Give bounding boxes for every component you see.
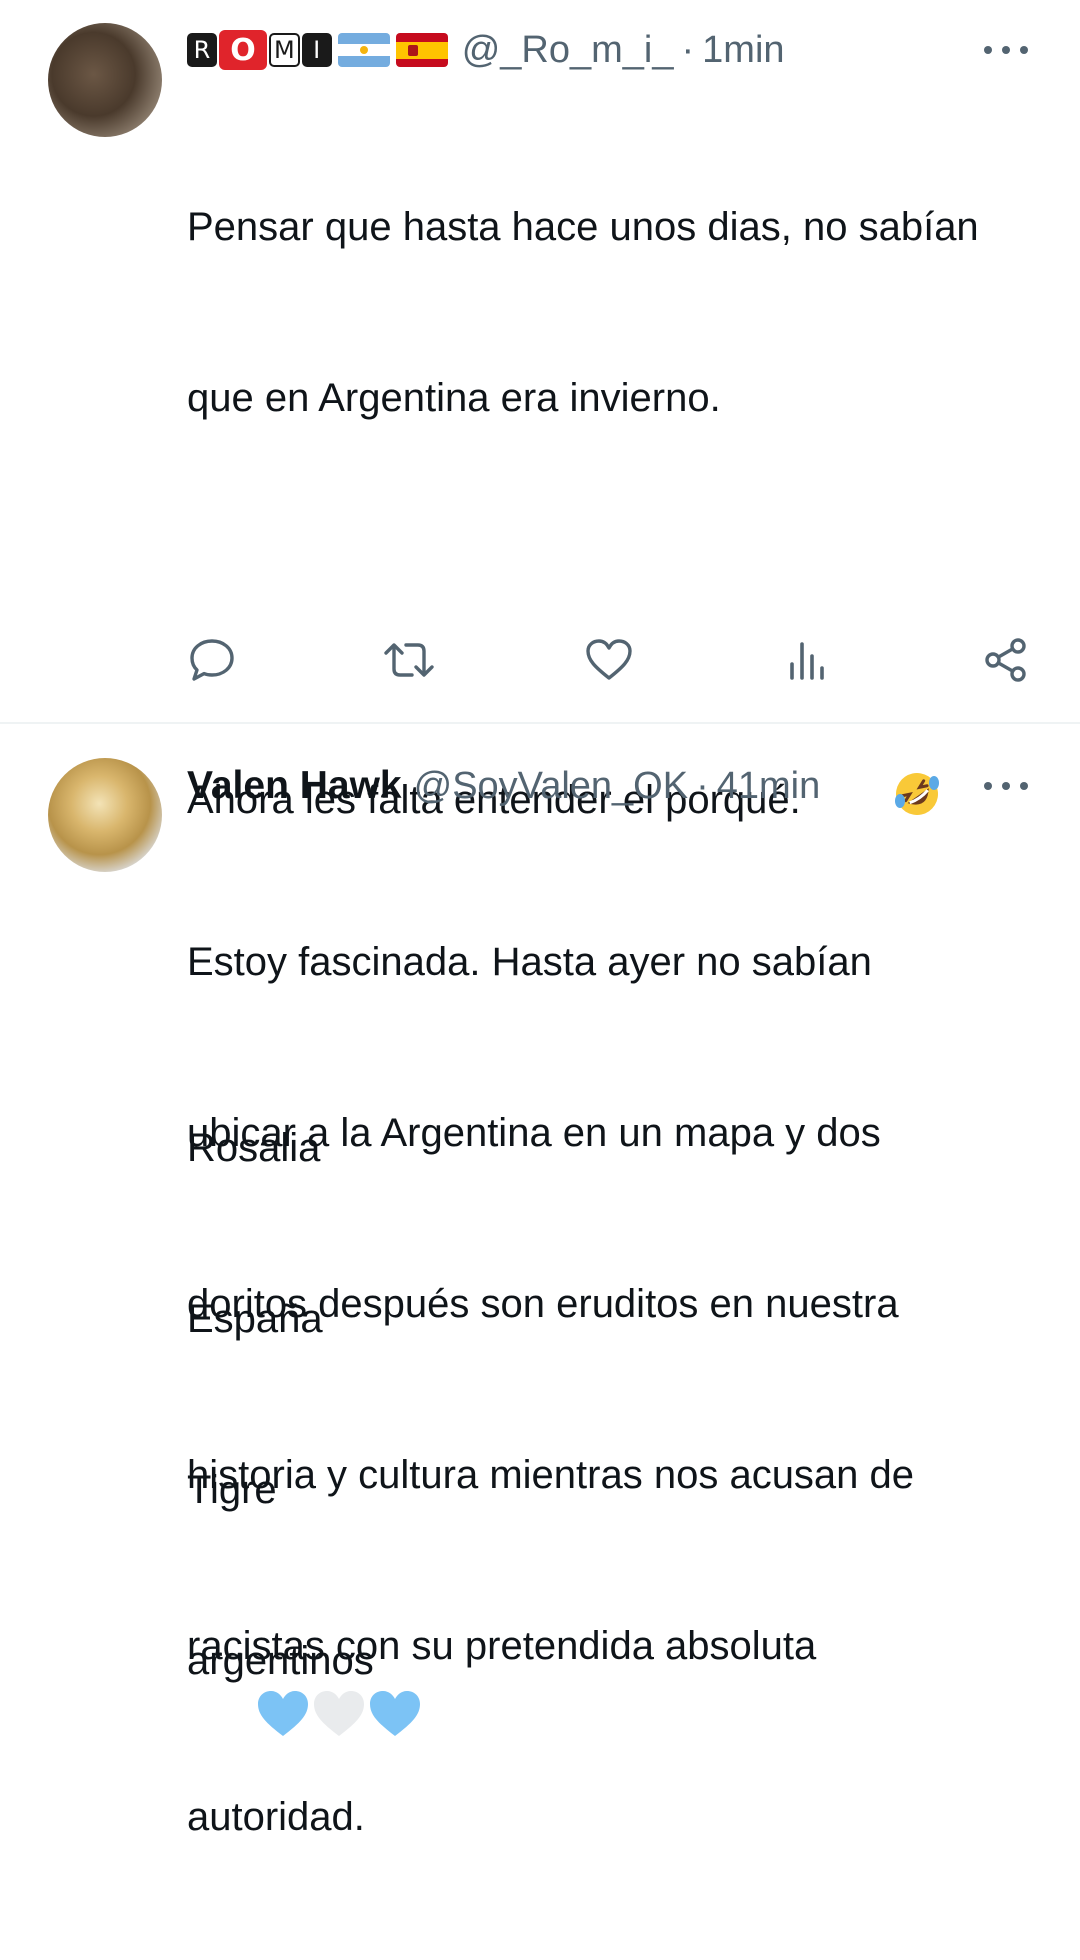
- user-handle[interactable]: @SoyValen_OK: [414, 765, 688, 808]
- avatar[interactable]: [48, 758, 162, 872]
- text-line: Estoy fascinada. Hasta ayer no sabían: [187, 940, 872, 984]
- tweet-header: R O M I @_Ro_m_i_ · 1min: [187, 22, 1020, 78]
- argentina-flag-icon: [337, 33, 390, 67]
- display-name-badges[interactable]: R O M I: [187, 30, 448, 70]
- timestamp[interactable]: 41min: [717, 765, 821, 808]
- badge-letter-m: M: [269, 33, 300, 67]
- like-icon[interactable]: [585, 635, 633, 685]
- spain-flag-icon: [395, 33, 448, 67]
- user-handle[interactable]: @_Ro_m_i_: [462, 29, 674, 72]
- text-line: doritos después son eruditos en nuestra: [187, 1282, 899, 1326]
- tweet-1[interactable]: R O M I @_Ro_m_i_ · 1min Pensar que hast…: [0, 0, 1080, 1736]
- badge-letter-o: O: [219, 30, 267, 70]
- reply-icon[interactable]: [187, 635, 237, 685]
- separator-dot: ·: [681, 28, 695, 71]
- text-line: que en Argentina era invierno.: [187, 376, 721, 420]
- views-icon[interactable]: [785, 635, 829, 685]
- text-line: ubicar a la Argentina en un mapa y dos: [187, 1111, 881, 1155]
- badge-letter-r: R: [187, 33, 217, 67]
- tweet-header: Valen Hawk @SoyValen_OK · 41min: [187, 758, 1020, 814]
- separator-dot: ·: [696, 764, 709, 807]
- share-icon[interactable]: [982, 635, 1030, 685]
- avatar[interactable]: [48, 23, 162, 137]
- text-line: autoridad.: [187, 1795, 365, 1839]
- display-name[interactable]: Valen Hawk: [187, 764, 402, 808]
- badge-letter-i: I: [301, 33, 332, 67]
- text-line: racistas con su pretendida absoluta: [187, 1624, 817, 1668]
- more-options-icon[interactable]: [984, 776, 1028, 796]
- text-line: Pensar que hasta hace unos dias, no sabí…: [187, 205, 979, 249]
- timestamp[interactable]: 1min: [702, 29, 784, 72]
- text-line: historia y cultura mientras nos acusan d…: [187, 1453, 915, 1497]
- tweet-text: Estoy fascinada. Hasta ayer no sabían ub…: [187, 820, 1040, 1960]
- more-options-icon[interactable]: [984, 40, 1028, 60]
- tweet-actions: [187, 635, 1032, 685]
- retweet-icon[interactable]: [382, 635, 436, 685]
- tweet-2[interactable]: Valen Hawk @SoyValen_OK · 41min Estoy fa…: [0, 724, 1080, 1839]
